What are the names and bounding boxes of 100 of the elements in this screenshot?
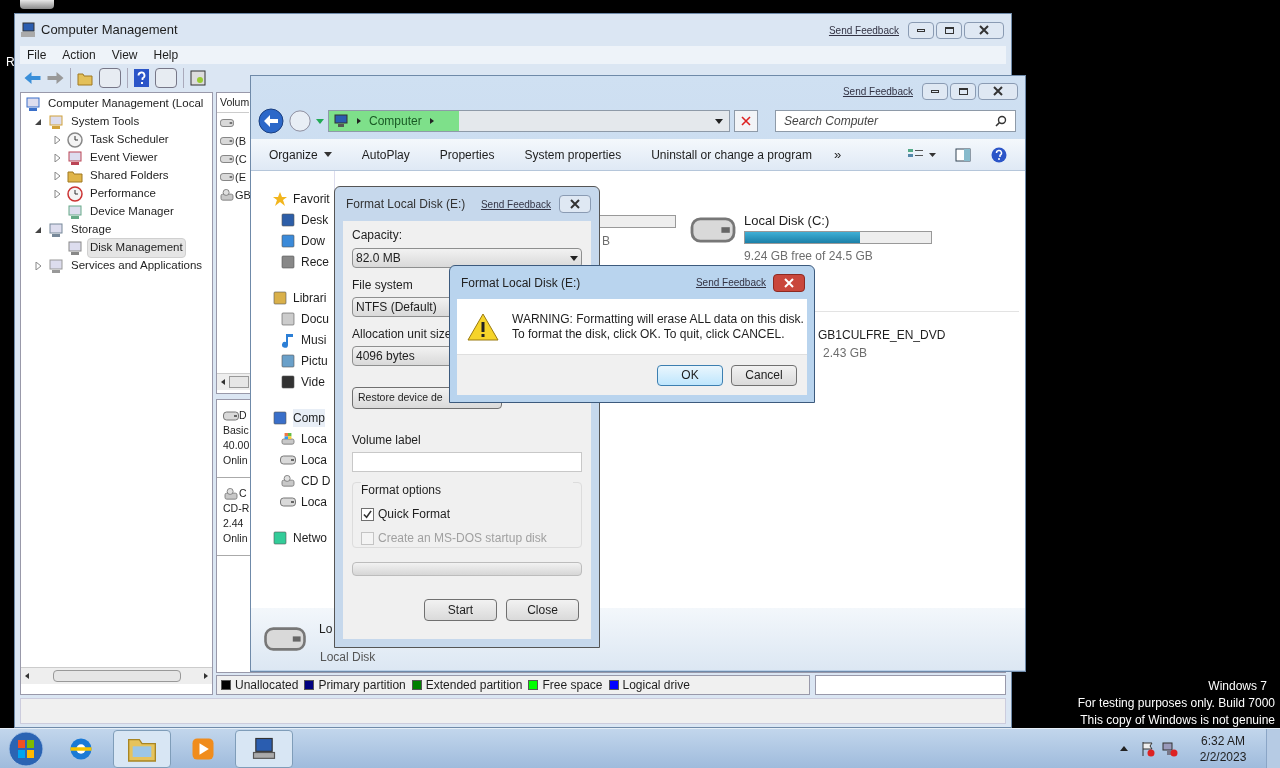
maximize-button[interactable] <box>950 82 976 100</box>
close-button[interactable] <box>559 195 591 213</box>
navigation-item[interactable]: Desk <box>301 210 329 229</box>
start-button[interactable] <box>6 728 46 768</box>
expanded-arrow-icon[interactable] <box>34 226 42 234</box>
tree-item[interactable]: System Tools <box>68 112 143 132</box>
dialog-button[interactable]: OK <box>657 364 723 386</box>
collapsed-arrow-icon[interactable] <box>53 154 61 162</box>
drive-free-space: B <box>601 233 611 250</box>
close-button[interactable] <box>964 21 1004 39</box>
more-commands-button[interactable]: » <box>833 144 842 165</box>
build-notice: This copy of Windows is not genuine <box>1080 712 1275 729</box>
group-title: Format options <box>361 481 573 499</box>
scroll-left-icon[interactable] <box>25 673 29 679</box>
breadcrumb-arrow-icon[interactable] <box>357 118 361 124</box>
preview-pane-icon[interactable] <box>955 147 971 162</box>
close-icon <box>993 86 1003 96</box>
address-bar[interactable]: Computer <box>328 110 730 132</box>
clear-address-button[interactable] <box>734 110 758 132</box>
send-feedback-link[interactable]: Send Feedback <box>842 83 913 99</box>
volume-label-field[interactable] <box>352 452 582 472</box>
scrollbar-thumb[interactable] <box>229 376 249 388</box>
maximize-button[interactable] <box>936 21 962 39</box>
close-button[interactable] <box>978 82 1018 100</box>
dropdown-caret-icon[interactable] <box>715 118 723 124</box>
clock-time[interactable]: 6:32 AM <box>1201 732 1245 749</box>
navigation-item[interactable]: Docu <box>301 309 329 328</box>
navigation-item[interactable]: Pictu <box>301 351 328 370</box>
send-feedback-link[interactable]: Send Feedback <box>695 275 766 290</box>
help-icon[interactable] <box>991 146 1007 163</box>
send-feedback-link[interactable]: Send Feedback <box>828 22 899 38</box>
desktop-icon-label[interactable]: R <box>6 53 15 71</box>
toolbar-button[interactable]: Organize <box>269 145 332 164</box>
toolbar-button[interactable]: System properties <box>524 145 622 164</box>
navigation-item[interactable]: Comp <box>293 408 325 427</box>
close-button[interactable] <box>773 273 805 292</box>
tree-item[interactable]: Storage <box>68 220 115 240</box>
collapsed-arrow-icon[interactable] <box>34 262 42 270</box>
navigation-item[interactable]: Loca <box>301 450 328 469</box>
disk-info: 40.00 <box>223 438 250 453</box>
send-feedback-link[interactable]: Send Feedback <box>480 196 551 212</box>
expanded-arrow-icon[interactable] <box>34 118 42 126</box>
navigation-item[interactable]: Rece <box>301 252 329 271</box>
capacity-dropdown[interactable]: 82.0 MB <box>352 248 582 268</box>
scroll-right-icon[interactable] <box>204 673 208 679</box>
tree-item[interactable]: Device Manager <box>87 202 177 222</box>
dialog-button[interactable]: Cancel <box>731 364 797 386</box>
minimize-button[interactable] <box>908 21 934 39</box>
tree-item[interactable]: Shared Folders <box>87 166 172 186</box>
breadcrumb-arrow-icon[interactable] <box>429 118 434 124</box>
minimize-button[interactable] <box>922 82 948 100</box>
menu-item[interactable]: File <box>20 46 54 64</box>
drive-name[interactable]: GB1CULFRE_EN_DVD <box>818 326 1025 344</box>
tree-item[interactable]: Computer Management (Local <box>45 94 207 114</box>
menu-item[interactable]: View <box>104 46 145 64</box>
show-tree-button[interactable] <box>99 68 121 88</box>
navigation-item[interactable]: Dow <box>301 231 325 250</box>
show-hidden-icons-icon[interactable] <box>1120 746 1128 751</box>
toolbar-button[interactable]: Properties <box>439 145 495 164</box>
dialog-button[interactable]: Close <box>506 599 579 621</box>
volume-name: (B <box>235 133 246 149</box>
scroll-left-icon[interactable] <box>221 379 225 385</box>
navigation-item[interactable]: Musi <box>301 330 327 349</box>
navigation-item[interactable]: Loca <box>301 492 328 511</box>
menu-item[interactable]: Action <box>55 46 103 64</box>
toolbar-button[interactable]: Uninstall or change a program <box>651 145 812 164</box>
navigation-item[interactable]: Vide <box>301 372 325 391</box>
tree-item[interactable]: Services and Applications <box>68 256 206 276</box>
search-icon <box>995 115 1007 127</box>
checkbox[interactable] <box>361 507 374 521</box>
tree-item[interactable]: Performance <box>87 184 159 204</box>
tree-item[interactable]: Disk Management <box>87 238 186 258</box>
horizontal-scrollbar[interactable] <box>21 667 212 684</box>
tree-item[interactable]: Event Viewer <box>87 148 161 168</box>
dialog-button[interactable]: Start <box>424 599 497 621</box>
clock-date[interactable]: 2/2/2023 <box>1199 748 1247 765</box>
back-arrow-icon[interactable] <box>24 72 41 84</box>
back-button[interactable] <box>258 108 284 134</box>
window-title: Computer Management <box>41 21 178 40</box>
menu-item[interactable]: Help <box>146 46 186 64</box>
search-field[interactable]: Search Computer <box>775 110 1016 132</box>
tree-item[interactable]: Task Scheduler <box>87 130 172 150</box>
flag-icon[interactable] <box>1140 740 1156 757</box>
navigation-item[interactable]: CD D <box>301 471 331 490</box>
collapsed-arrow-icon[interactable] <box>53 136 61 144</box>
drive-name[interactable]: Local Disk (C:) <box>744 211 932 231</box>
show-action-pane-button[interactable] <box>155 68 177 88</box>
cd-drive-icon <box>223 487 239 500</box>
help-icon[interactable] <box>134 69 149 87</box>
column-header[interactable]: Volum <box>217 93 249 113</box>
navigation-item[interactable]: Netwo <box>293 528 327 547</box>
collapsed-arrow-icon[interactable] <box>53 190 61 198</box>
toolbar-button[interactable]: AutoPlay <box>361 145 410 164</box>
navigation-item[interactable]: Loca <box>301 429 328 448</box>
details-subtitle: Local Disk <box>319 649 376 666</box>
properties-icon[interactable] <box>190 70 206 86</box>
taskbar-button[interactable] <box>235 729 293 768</box>
navigation-item[interactable]: Librari <box>293 288 327 307</box>
collapsed-arrow-icon[interactable] <box>53 172 61 180</box>
navigation-item[interactable]: Favorit <box>293 189 330 208</box>
